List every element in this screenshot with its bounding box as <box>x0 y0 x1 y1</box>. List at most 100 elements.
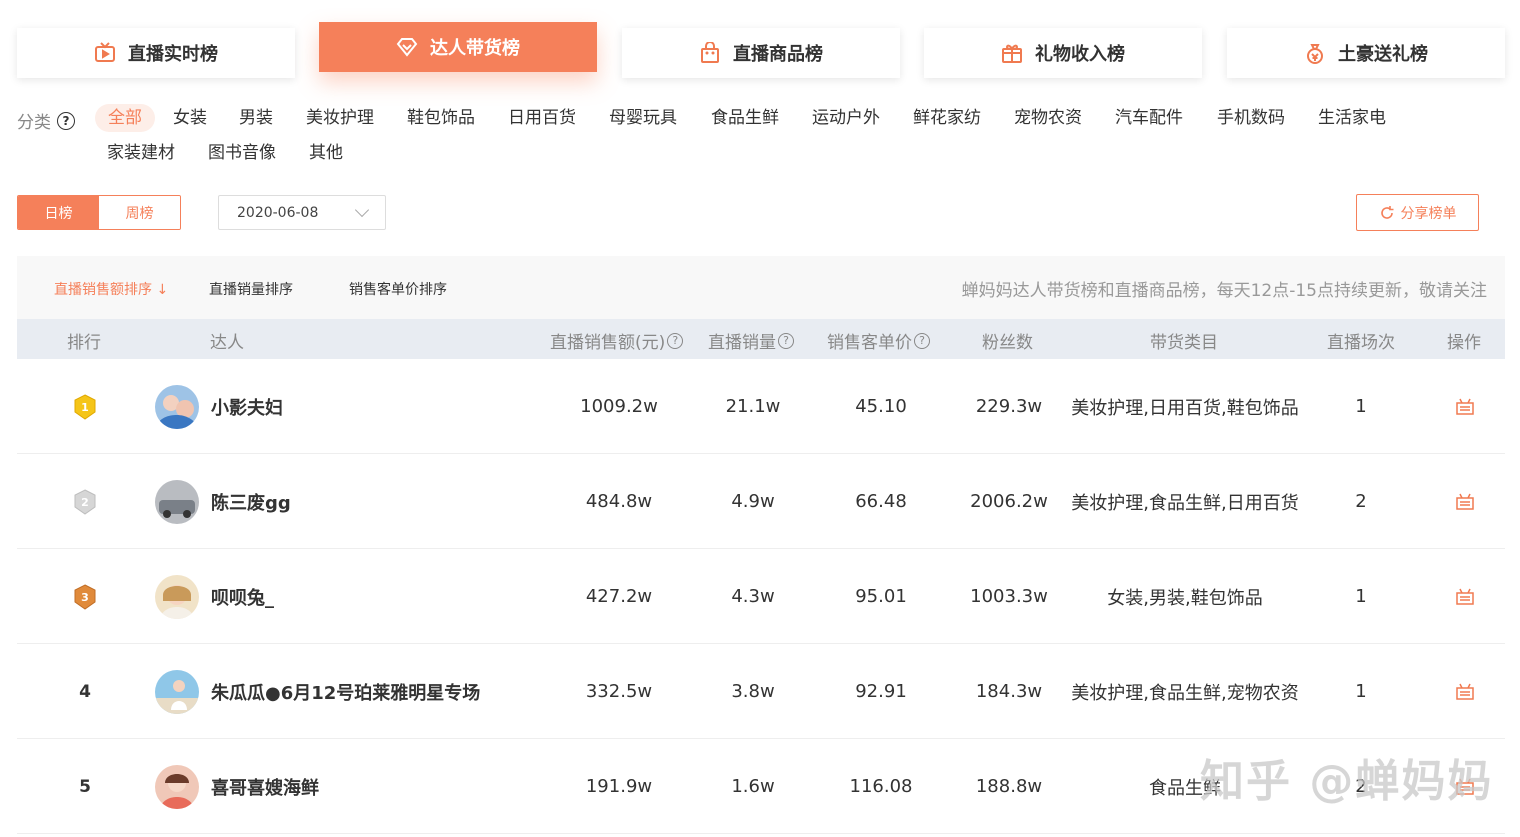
col-volume[interactable]: 直播销量? <box>708 328 794 353</box>
tab-talent-sales[interactable]: 达人带货榜 <box>319 22 597 72</box>
share-ranking-button[interactable]: 分享榜单 <box>1356 194 1479 231</box>
detail-action[interactable] <box>1447 359 1483 454</box>
sessions-value: 1 <box>1355 396 1367 417</box>
volume-value: 21.1w <box>725 396 781 417</box>
category-label: 分类 ? <box>17 108 75 133</box>
category-item-all[interactable]: 全部 <box>95 104 155 132</box>
category-item[interactable]: 食品生鲜 <box>698 104 792 132</box>
help-icon[interactable]: ? <box>57 111 75 130</box>
tab-gift-income[interactable]: 礼物收入榜 <box>924 28 1202 78</box>
tab-big-spender[interactable]: 土豪送礼榜 <box>1227 28 1505 78</box>
categories-value: 女装,男装,鞋包饰品 <box>1107 587 1263 609</box>
category-item[interactable]: 手机数码 <box>1204 104 1298 132</box>
avatar[interactable] <box>155 764 199 809</box>
table-row[interactable]: 2 陈三废gg 484.8w 4.9w 66.48 2006.2w 美妆护理,食… <box>17 454 1505 549</box>
sort-bar: 直播销售额排序 ↓ 直播销量排序 销售客单价排序 蝉妈妈达人带货榜和直播商品榜，… <box>17 256 1505 319</box>
table-header: 排行 达人 直播销售额(元)? 直播销量? 销售客单价? 粉丝数 带货类目 直播… <box>17 319 1505 359</box>
category-item[interactable]: 鲜花家纺 <box>900 104 994 132</box>
talent-name[interactable]: 陈三废gg <box>211 489 291 515</box>
table-row[interactable]: 4 朱瓜瓜●6月12号珀莱雅明星专场 332.5w 3.8w 92.91 184… <box>17 644 1505 739</box>
fans-value: 229.3w <box>975 396 1043 417</box>
gift-icon <box>1001 42 1023 64</box>
category-item[interactable]: 运动户外 <box>799 104 893 132</box>
help-icon[interactable]: ? <box>914 332 930 349</box>
talent-name[interactable]: 朱瓜瓜●6月12号珀莱雅明星专场 <box>211 679 480 705</box>
sessions-value: 1 <box>1355 586 1367 607</box>
volume-value: 4.9w <box>731 491 775 512</box>
categories-value: 美妆护理,日用百货,鞋包饰品 <box>1071 397 1299 419</box>
sales-value: 484.8w <box>585 491 653 512</box>
daily-button[interactable]: 日榜 <box>18 196 99 229</box>
avatar[interactable] <box>155 479 199 524</box>
detail-action[interactable] <box>1447 454 1483 549</box>
category-item[interactable]: 家装建材 <box>94 139 188 167</box>
col-price[interactable]: 销售客单价? <box>827 328 930 353</box>
category-item[interactable]: 汽车配件 <box>1102 104 1196 132</box>
category-item[interactable]: 图书音像 <box>195 139 289 167</box>
avatar[interactable] <box>155 574 199 619</box>
talent-cell[interactable]: 朱瓜瓜●6月12号珀莱雅明星专场 <box>155 644 535 739</box>
avatar[interactable] <box>155 384 199 429</box>
category-item[interactable]: 母婴玩具 <box>596 104 690 132</box>
bag-icon <box>699 42 721 64</box>
svg-text:1: 1 <box>81 401 89 414</box>
avatar[interactable] <box>155 669 199 714</box>
detail-action[interactable] <box>1447 549 1483 644</box>
talent-name[interactable]: 小影夫妇 <box>211 394 283 420</box>
volume-value: 1.6w <box>731 776 775 797</box>
help-icon[interactable]: ? <box>778 332 794 349</box>
date-picker[interactable]: 2020-06-08 <box>218 195 386 230</box>
talent-cell[interactable]: 呗呗兔_ <box>155 549 535 644</box>
detail-icon[interactable] <box>1455 683 1475 701</box>
category-item[interactable]: 其他 <box>296 139 356 167</box>
detail-icon[interactable] <box>1455 493 1475 511</box>
table-row[interactable]: 3 呗呗兔_ 427.2w 4.3w 95.01 1003.3w 女装,男装,鞋… <box>17 549 1505 644</box>
category-item[interactable]: 日用百货 <box>495 104 589 132</box>
sort-by-sales-volume[interactable]: 直播销量排序 <box>209 279 293 299</box>
ranking-tabs: 直播实时榜 达人带货榜 直播商品榜 礼物收入榜 土豪送礼榜 <box>17 22 1505 80</box>
weekly-button[interactable]: 周榜 <box>99 196 180 229</box>
tab-live-products[interactable]: 直播商品榜 <box>622 28 900 78</box>
sort-by-sales-amount[interactable]: 直播销售额排序 ↓ <box>54 279 168 299</box>
col-rank: 排行 <box>67 333 101 353</box>
silver-medal-icon: 2 <box>74 488 96 515</box>
diamond-icon <box>396 36 418 58</box>
col-op: 操作 <box>1447 333 1481 353</box>
category-item[interactable]: 女装 <box>160 104 220 132</box>
moneybag-icon <box>1304 42 1326 64</box>
share-label: 分享榜单 <box>1400 205 1457 222</box>
category-item[interactable]: 宠物农资 <box>1001 104 1095 132</box>
sort-by-unit-price[interactable]: 销售客单价排序 <box>349 279 447 299</box>
category-item[interactable]: 生活家电 <box>1305 104 1399 132</box>
sort-arrow-icon: ↓ <box>152 282 169 298</box>
talent-name[interactable]: 呗呗兔_ <box>211 584 274 610</box>
category-item[interactable]: 鞋包饰品 <box>394 104 488 132</box>
detail-action[interactable] <box>1447 644 1483 739</box>
table-row[interactable]: 1 小影夫妇 1009.2w 21.1w 45.10 229.3w 美妆护理,日… <box>17 359 1505 454</box>
watermark: 知乎 @蝉妈妈 <box>1200 756 1494 807</box>
categories-value: 美妆护理,食品生鲜,宠物农资 <box>1071 682 1299 704</box>
tab-label: 达人带货榜 <box>430 38 520 59</box>
talent-cell[interactable]: 喜哥喜嫂海鲜 <box>155 739 535 834</box>
tab-live-realtime[interactable]: 直播实时榜 <box>17 28 295 78</box>
col-sessions: 直播场次 <box>1327 333 1395 353</box>
category-item[interactable]: 美妆护理 <box>293 104 387 132</box>
sales-value: 332.5w <box>585 681 653 702</box>
date-value: 2020-06-08 <box>237 204 319 221</box>
price-value: 45.10 <box>855 396 907 417</box>
volume-value: 4.3w <box>731 586 775 607</box>
rank-badge-bronze: 3 <box>67 549 103 644</box>
price-value: 66.48 <box>855 491 907 512</box>
tv-icon <box>94 42 116 64</box>
help-icon[interactable]: ? <box>667 332 684 349</box>
col-sales[interactable]: 直播销售额(元)? <box>550 328 684 353</box>
talent-name[interactable]: 喜哥喜嫂海鲜 <box>211 774 319 800</box>
sessions-value: 2 <box>1355 491 1367 512</box>
rank-number: 4 <box>79 681 91 702</box>
talent-cell[interactable]: 小影夫妇 <box>155 359 535 454</box>
detail-icon[interactable] <box>1455 398 1475 416</box>
detail-icon[interactable] <box>1455 588 1475 606</box>
talent-cell[interactable]: 陈三废gg <box>155 454 535 549</box>
update-note: 蝉妈妈达人带货榜和直播商品榜，每天12点-15点持续更新，敬请关注 <box>961 281 1487 301</box>
category-item[interactable]: 男装 <box>226 104 286 132</box>
